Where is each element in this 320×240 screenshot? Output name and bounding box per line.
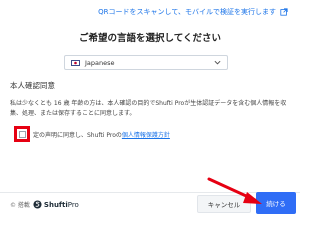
qr-scan-link-bar[interactable]: QRコードをスキャンして、モバイルで検証を実行します [98,6,288,18]
consent-label: 定の声明に同意し、Shufti Proの個人情報保護方針 [33,130,170,139]
footer-divider [0,192,300,193]
cancel-button[interactable]: キャンセル [197,195,251,213]
language-select[interactable]: Japanese [64,55,228,70]
japan-flag-icon [71,59,80,66]
page-title: ご希望の言語を選択してください [79,33,221,44]
shufti-logo-text: ShuftiPro [43,200,79,209]
shufti-logo-suffix: Pro [67,200,79,209]
consent-row: 定の声明に同意し、Shufti Proの個人情報保護方針 [14,126,170,142]
chevron-down-icon [214,60,221,65]
powered-by: © 搭載 ShuftiPro [10,200,79,209]
shufti-logo-icon [33,200,42,209]
continue-button[interactable]: 続ける [256,192,296,214]
consent-checkbox[interactable] [18,130,26,138]
qr-scan-link[interactable]: QRコードをスキャンして、モバイルで検証を実行します [98,7,276,17]
privacy-policy-link[interactable]: 個人情報保護方針 [122,132,170,139]
language-select-value: Japanese [85,58,115,67]
powered-by-text: © 搭載 [10,202,30,209]
shufti-logo: ShuftiPro [33,200,79,209]
consent-section-title: 本人確認同意 [10,81,55,90]
consent-label-text: 定の声明に同意し、Shufti Proの [33,131,122,139]
consent-body-text: 私は少なくとも 16 歳 年齢の方は、本人確認の目的でShufti Proが生体… [10,100,287,117]
consent-checkbox-highlight[interactable] [14,126,30,142]
external-link-icon [280,8,288,16]
